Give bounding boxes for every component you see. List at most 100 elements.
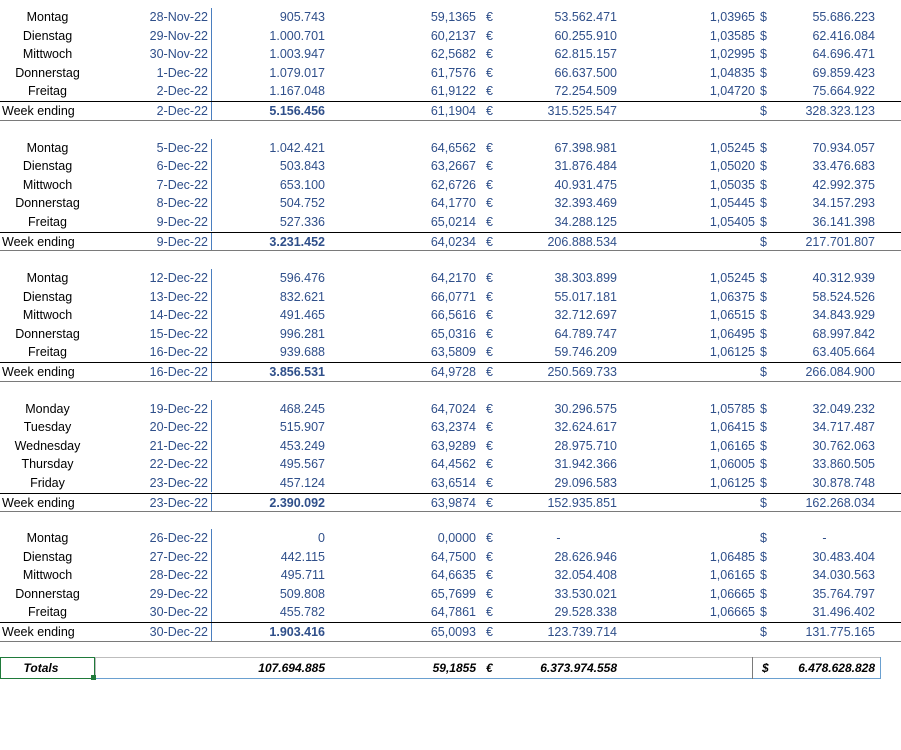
eur-value-cell[interactable]: 62.815.157 <box>500 45 617 64</box>
day-name[interactable]: Wednesday <box>0 437 95 456</box>
eur-value-cell[interactable]: 66.637.500 <box>500 64 617 83</box>
totals-rate[interactable]: 59,1855 <box>330 657 476 679</box>
quantity-cell[interactable]: 996.281 <box>213 325 325 344</box>
quantity-cell[interactable]: 495.711 <box>213 566 325 585</box>
day-name[interactable]: Montag <box>0 529 95 548</box>
fx-rate-cell[interactable]: 1,05405 <box>620 213 755 232</box>
rate-cell[interactable]: 64,1770 <box>330 194 476 213</box>
quantity-cell[interactable]: 1.003.947 <box>213 45 325 64</box>
totals-eur-value[interactable]: 6.373.974.558 <box>500 657 617 679</box>
date-cell[interactable]: 12-Dec-22 <box>95 269 208 288</box>
usd-value-cell[interactable]: 64.696.471 <box>774 45 875 64</box>
eur-value-cell[interactable]: 60.255.910 <box>500 27 617 46</box>
day-name[interactable]: Monday <box>0 400 95 419</box>
day-name[interactable]: Thursday <box>0 455 95 474</box>
eur-value-cell[interactable]: 55.017.181 <box>500 288 617 307</box>
week-ending-date[interactable]: 2-Dec-22 <box>95 102 208 121</box>
fx-rate-cell[interactable]: 1,06165 <box>620 437 755 456</box>
eur-value-cell[interactable]: 72.254.509 <box>500 82 617 101</box>
date-cell[interactable]: 7-Dec-22 <box>95 176 208 195</box>
fx-rate-cell[interactable]: 1,03965 <box>620 8 755 27</box>
fx-rate-cell[interactable]: 1,06515 <box>620 306 755 325</box>
date-cell[interactable]: 23-Dec-22 <box>95 474 208 493</box>
day-name[interactable]: Mittwoch <box>0 306 95 325</box>
week-total-usd[interactable]: 162.268.034 <box>774 494 875 513</box>
eur-value-cell[interactable]: 59.746.209 <box>500 343 617 362</box>
rate-cell[interactable]: 65,7699 <box>330 585 476 604</box>
day-name[interactable]: Montag <box>0 139 95 158</box>
quantity-cell[interactable]: 468.245 <box>213 400 325 419</box>
week-avg-rate[interactable]: 61,1904 <box>330 102 476 121</box>
week-total-qty[interactable]: 3.856.531 <box>213 363 325 382</box>
quantity-cell[interactable]: 0 <box>213 529 325 548</box>
week-total-eur[interactable]: 152.935.851 <box>500 494 617 513</box>
eur-value-cell[interactable]: 64.789.747 <box>500 325 617 344</box>
week-ending-date[interactable]: 30-Dec-22 <box>95 623 208 642</box>
eur-value-cell[interactable]: 28.626.946 <box>500 548 617 567</box>
date-cell[interactable]: 5-Dec-22 <box>95 139 208 158</box>
week-total-usd[interactable]: 217.701.807 <box>774 233 875 252</box>
eur-value-cell[interactable]: 32.712.697 <box>500 306 617 325</box>
quantity-cell[interactable]: 1.079.017 <box>213 64 325 83</box>
fx-rate-cell[interactable] <box>620 529 755 548</box>
date-cell[interactable]: 14-Dec-22 <box>95 306 208 325</box>
fx-rate-cell[interactable]: 1,02995 <box>620 45 755 64</box>
week-total-usd[interactable]: 131.775.165 <box>774 623 875 642</box>
week-total-eur[interactable]: 206.888.534 <box>500 233 617 252</box>
rate-cell[interactable]: 65,0316 <box>330 325 476 344</box>
week-ending-date[interactable]: 23-Dec-22 <box>95 494 208 513</box>
week-total-usd[interactable]: 328.323.123 <box>774 102 875 121</box>
eur-value-cell[interactable]: 32.624.617 <box>500 418 617 437</box>
fx-rate-cell[interactable]: 1,05020 <box>620 157 755 176</box>
quantity-cell[interactable]: 515.907 <box>213 418 325 437</box>
eur-value-cell[interactable]: 31.942.366 <box>500 455 617 474</box>
fx-rate-cell[interactable]: 1,06415 <box>620 418 755 437</box>
fx-rate-cell[interactable]: 1,06665 <box>620 603 755 622</box>
rate-cell[interactable]: 64,6635 <box>330 566 476 585</box>
day-name[interactable]: Donnerstag <box>0 585 95 604</box>
week-total-qty[interactable]: 3.231.452 <box>213 233 325 252</box>
eur-value-cell[interactable]: 29.528.338 <box>500 603 617 622</box>
usd-value-cell[interactable]: 33.476.683 <box>774 157 875 176</box>
eur-value-cell[interactable]: 33.530.021 <box>500 585 617 604</box>
day-name[interactable]: Montag <box>0 269 95 288</box>
usd-value-cell[interactable]: 33.860.505 <box>774 455 875 474</box>
quantity-cell[interactable]: 832.621 <box>213 288 325 307</box>
day-name[interactable]: Friday <box>0 474 95 493</box>
fx-rate-cell[interactable]: 1,05245 <box>620 139 755 158</box>
fill-handle[interactable] <box>91 675 96 680</box>
rate-cell[interactable]: 64,2170 <box>330 269 476 288</box>
eur-value-cell[interactable]: 29.096.583 <box>500 474 617 493</box>
date-cell[interactable]: 6-Dec-22 <box>95 157 208 176</box>
fx-rate-cell[interactable]: 1,06375 <box>620 288 755 307</box>
rate-cell[interactable]: 63,2667 <box>330 157 476 176</box>
fx-rate-cell[interactable]: 1,06005 <box>620 455 755 474</box>
fx-rate-cell[interactable]: 1,03585 <box>620 27 755 46</box>
week-avg-rate[interactable]: 65,0093 <box>330 623 476 642</box>
rate-cell[interactable]: 62,5682 <box>330 45 476 64</box>
day-name[interactable]: Dienstag <box>0 27 95 46</box>
usd-value-cell[interactable]: 68.997.842 <box>774 325 875 344</box>
date-cell[interactable]: 27-Dec-22 <box>95 548 208 567</box>
fx-rate-cell[interactable]: 1,06125 <box>620 343 755 362</box>
week-ending-date[interactable]: 9-Dec-22 <box>95 233 208 252</box>
rate-cell[interactable]: 64,7024 <box>330 400 476 419</box>
quantity-cell[interactable]: 457.124 <box>213 474 325 493</box>
rate-cell[interactable]: 63,5809 <box>330 343 476 362</box>
usd-value-cell[interactable]: 32.049.232 <box>774 400 875 419</box>
eur-value-cell[interactable]: 31.876.484 <box>500 157 617 176</box>
day-name[interactable]: Tuesday <box>0 418 95 437</box>
quantity-cell[interactable]: 1.167.048 <box>213 82 325 101</box>
date-cell[interactable]: 28-Nov-22 <box>95 8 208 27</box>
fx-rate-cell[interactable]: 1,05445 <box>620 194 755 213</box>
fx-rate-cell[interactable]: 1,04720 <box>620 82 755 101</box>
quantity-cell[interactable]: 504.752 <box>213 194 325 213</box>
day-name[interactable]: Donnerstag <box>0 64 95 83</box>
date-cell[interactable]: 2-Dec-22 <box>95 82 208 101</box>
usd-value-cell[interactable]: 40.312.939 <box>774 269 875 288</box>
usd-value-cell[interactable]: 30.483.404 <box>774 548 875 567</box>
usd-value-cell[interactable]: 30.878.748 <box>774 474 875 493</box>
week-total-eur[interactable]: 250.569.733 <box>500 363 617 382</box>
week-avg-rate[interactable]: 64,0234 <box>330 233 476 252</box>
usd-value-cell[interactable]: 34.843.929 <box>774 306 875 325</box>
